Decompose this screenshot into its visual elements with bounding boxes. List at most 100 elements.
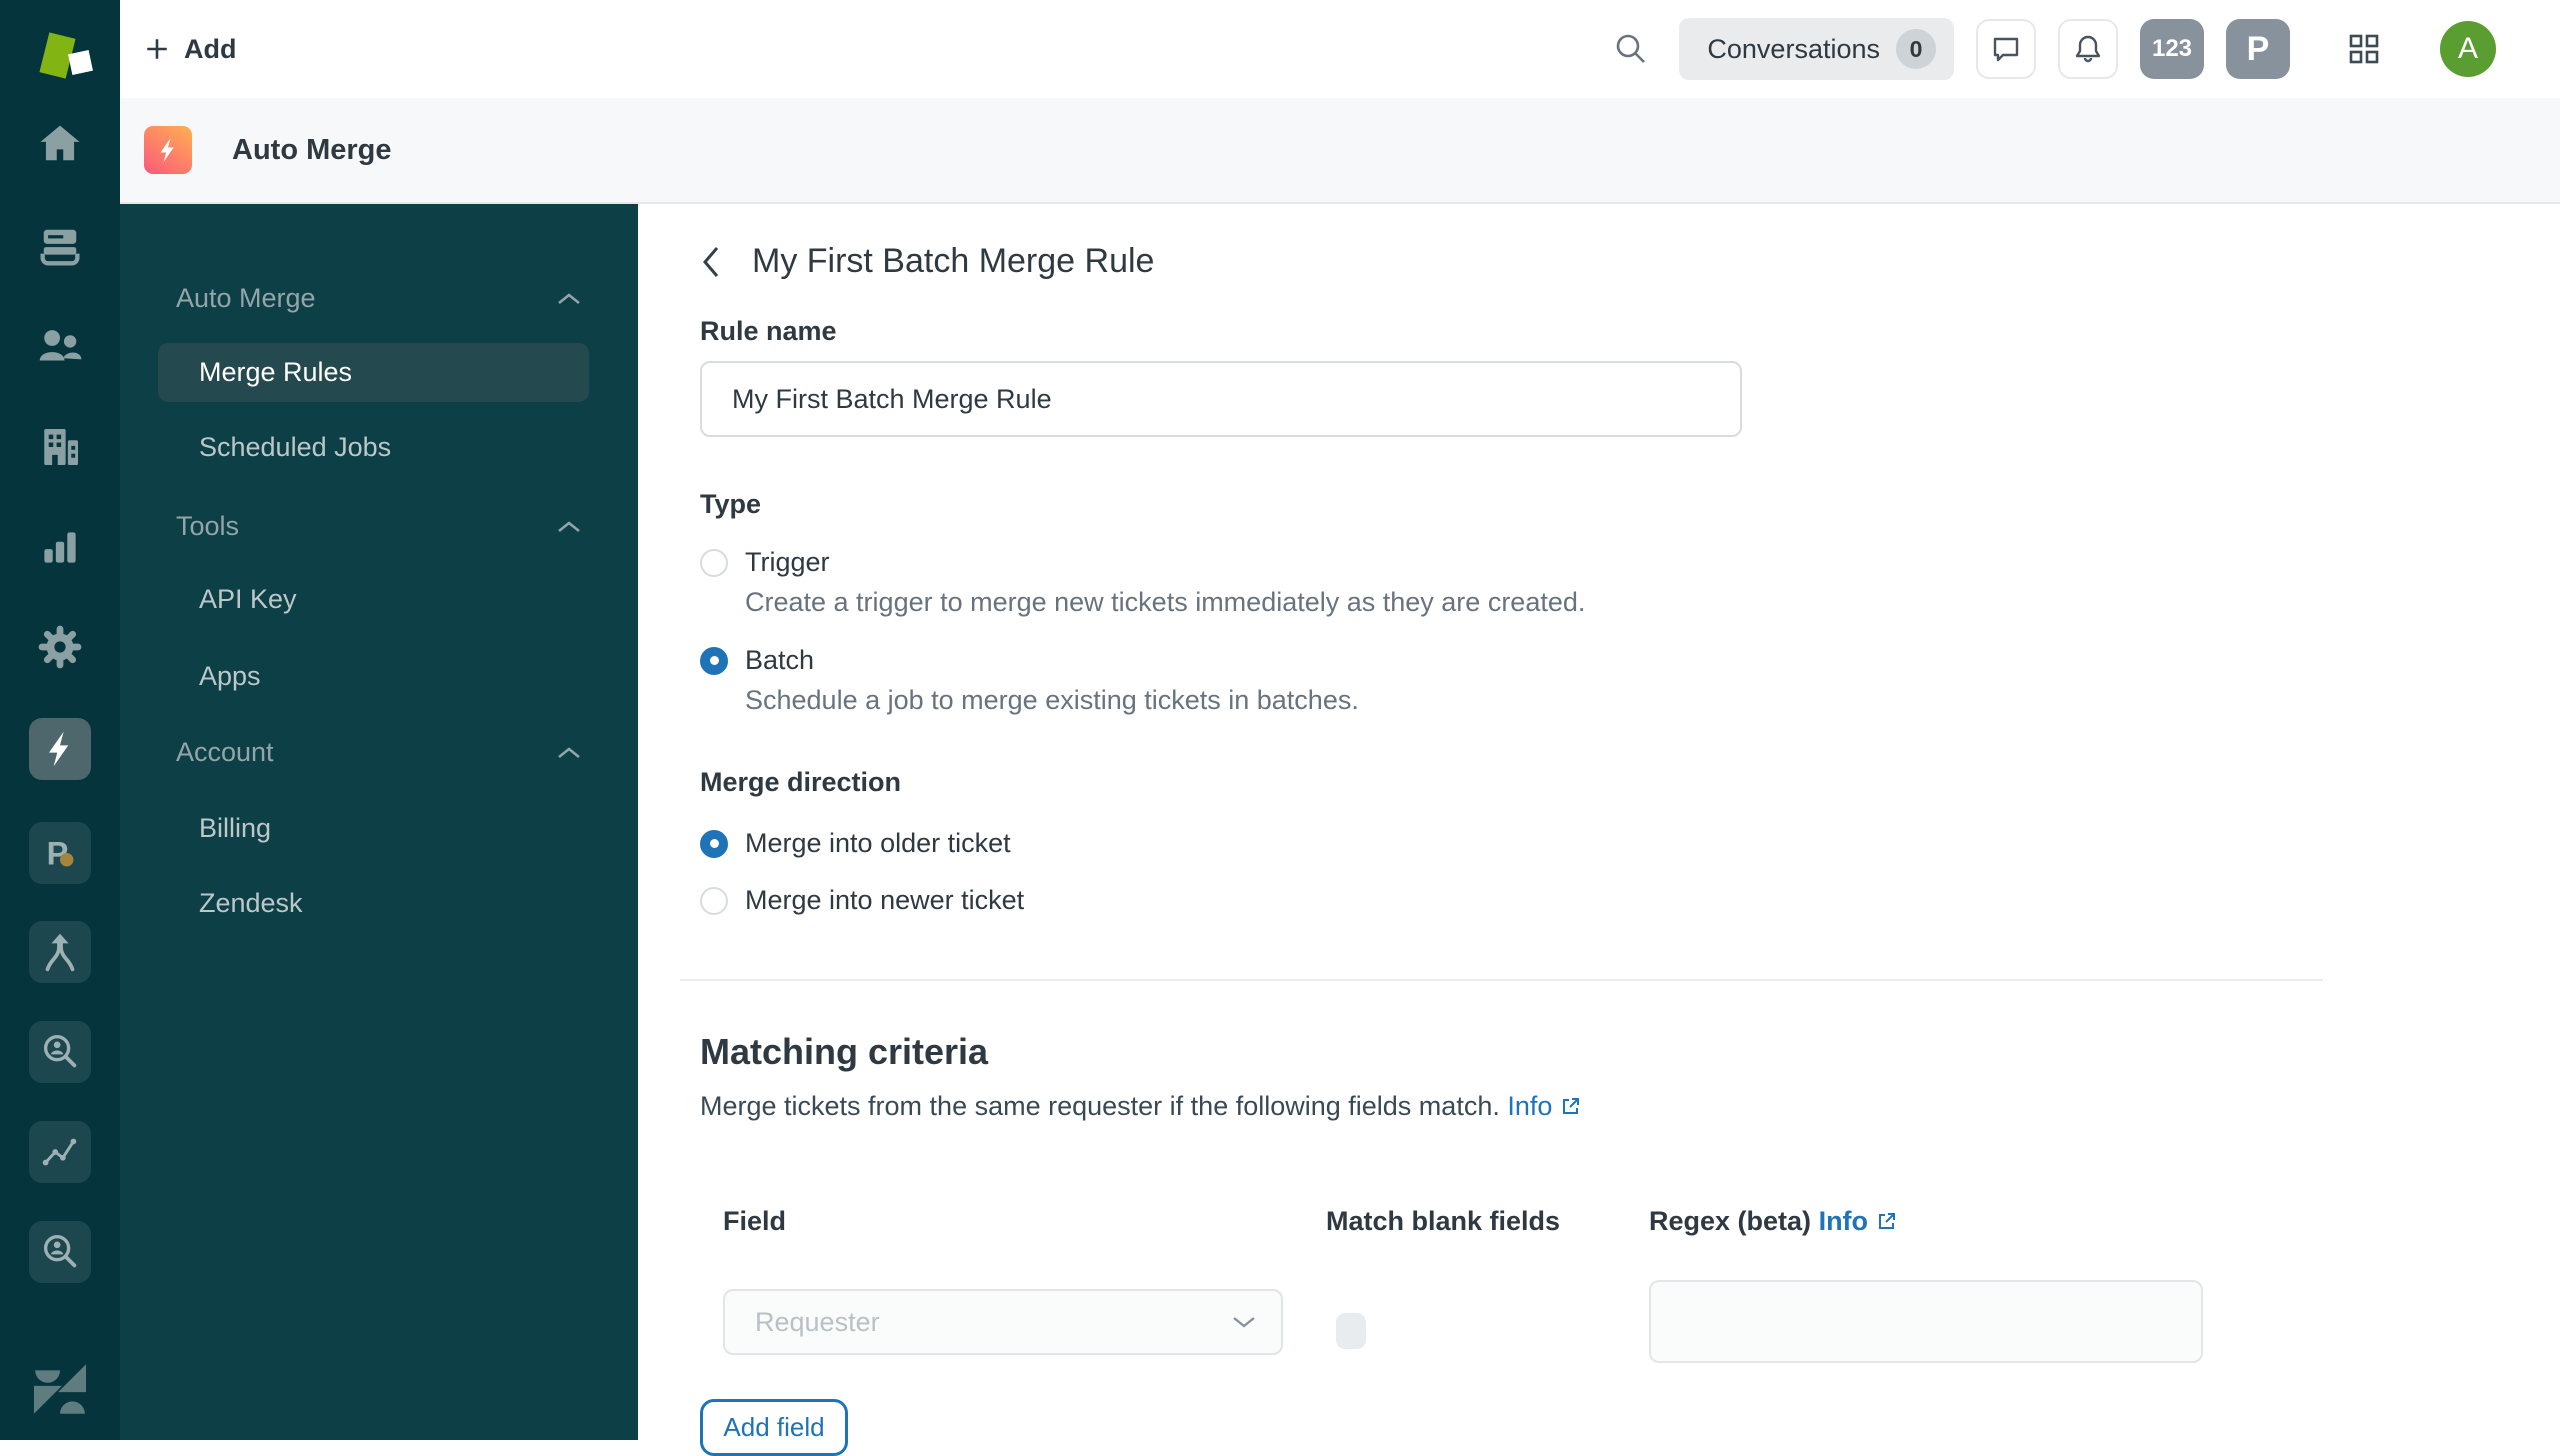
grid-icon bbox=[2349, 34, 2379, 64]
chevron-up-icon bbox=[558, 746, 580, 758]
sidebar-p-app-button[interactable]: P bbox=[0, 822, 120, 884]
sidebar-trends-button[interactable] bbox=[0, 1121, 120, 1183]
radio-batch[interactable] bbox=[700, 646, 728, 675]
match-blank-checkbox[interactable] bbox=[1336, 1313, 1366, 1349]
zendesk-logo-icon bbox=[33, 1364, 87, 1414]
field-select-value: Requester bbox=[755, 1306, 880, 1337]
organizations-icon bbox=[44, 429, 78, 465]
sidebar-user-search-2-button[interactable] bbox=[0, 1221, 120, 1283]
sidebar-customers-button[interactable] bbox=[0, 320, 120, 374]
field-column-header: Field bbox=[723, 1206, 787, 1236]
product-switcher-button[interactable] bbox=[2346, 31, 2382, 67]
nav-section-label: Tools bbox=[176, 511, 240, 541]
auto-merge-app-tile bbox=[144, 126, 192, 174]
plus-icon bbox=[147, 39, 167, 59]
p-app-badge[interactable]: P bbox=[2226, 19, 2290, 79]
radio-batch-description: Schedule a job to merge existing tickets… bbox=[745, 685, 1359, 715]
chevron-up-icon bbox=[558, 520, 580, 532]
back-button[interactable] bbox=[700, 244, 722, 280]
chevron-down-icon bbox=[1233, 1317, 1255, 1328]
radio-merge-newer[interactable] bbox=[700, 886, 728, 915]
brand-logo-white-shape bbox=[68, 50, 93, 75]
merge-arrows-icon bbox=[45, 933, 75, 972]
radio-trigger[interactable] bbox=[700, 548, 728, 577]
sidebar-item-zendesk[interactable]: Zendesk bbox=[176, 888, 582, 919]
app-bar: Auto Merge bbox=[120, 98, 2560, 204]
main-content: My First Batch Merge Rule Rule name Type… bbox=[638, 204, 2560, 1456]
notifications-button[interactable] bbox=[2058, 19, 2118, 79]
chevron-up-icon bbox=[558, 292, 580, 304]
sidebar-item-api-key[interactable]: API Key bbox=[176, 584, 582, 615]
lightning-icon bbox=[160, 138, 174, 162]
radio-trigger-label: Trigger bbox=[745, 547, 830, 577]
match-blank-column-header: Match blank fields bbox=[1326, 1206, 1561, 1236]
settings-icon bbox=[38, 625, 82, 669]
numbers-app-badge[interactable]: 123 bbox=[2140, 19, 2204, 79]
sidebar-item-scheduled-jobs[interactable]: Scheduled Jobs bbox=[176, 432, 582, 463]
criteria-table: Field Match blank fields Regex (beta) In… bbox=[723, 1206, 2560, 1363]
field-select[interactable]: Requester bbox=[723, 1289, 1283, 1355]
merge-direction-label: Merge direction bbox=[700, 767, 902, 797]
nav-section-auto-merge[interactable]: Auto Merge bbox=[176, 283, 582, 314]
section-divider bbox=[680, 979, 2323, 981]
top-header: Add Conversations 0 123 P A bbox=[120, 0, 2560, 98]
brand-logo[interactable] bbox=[0, 20, 120, 82]
messaging-button[interactable] bbox=[1976, 19, 2036, 79]
sidebar-settings-button[interactable] bbox=[0, 620, 120, 674]
chat-bubble-icon bbox=[1993, 37, 2019, 62]
external-link-icon bbox=[1563, 1098, 1580, 1114]
add-button[interactable]: Add bbox=[144, 34, 236, 65]
add-button-label: Add bbox=[184, 33, 237, 64]
trend-lines-icon bbox=[42, 1138, 77, 1166]
regex-info-link[interactable]: Info bbox=[1819, 1206, 1898, 1236]
sidebar-organizations-button[interactable] bbox=[0, 420, 120, 474]
external-link-icon bbox=[1879, 1213, 1896, 1229]
radio-merge-older[interactable] bbox=[700, 829, 728, 858]
avatar[interactable]: A bbox=[2440, 21, 2496, 77]
nav-section-account[interactable]: Account bbox=[176, 737, 582, 768]
zendesk-logo-button[interactable] bbox=[0, 1358, 120, 1420]
radio-batch-label: Batch bbox=[745, 645, 815, 675]
sidebar-reporting-button[interactable] bbox=[0, 522, 120, 572]
page-title: My First Batch Merge Rule bbox=[752, 242, 1155, 280]
radio-merge-newer-label: Merge into newer ticket bbox=[745, 885, 1025, 915]
rule-name-label: Rule name bbox=[700, 316, 837, 346]
conversations-count-badge: 0 bbox=[1896, 29, 1936, 69]
app-title: Auto Merge bbox=[232, 133, 392, 166]
user-search-icon bbox=[43, 1034, 77, 1068]
nav-section-tools[interactable]: Tools bbox=[176, 511, 582, 542]
nav-section-label: Account bbox=[176, 737, 274, 767]
conversations-label: Conversations bbox=[1707, 33, 1880, 64]
sidebar-user-search-button[interactable] bbox=[0, 1021, 120, 1083]
type-label: Type bbox=[700, 489, 762, 519]
sidebar-item-apps[interactable]: Apps bbox=[176, 661, 582, 692]
matching-criteria-heading: Matching criteria bbox=[700, 1031, 989, 1072]
home-icon bbox=[40, 125, 80, 161]
rule-name-input[interactable] bbox=[700, 361, 1742, 437]
secondary-sidebar: Auto Merge Merge Rules Scheduled Jobs To… bbox=[120, 204, 638, 1440]
tickets-icon bbox=[40, 229, 80, 266]
lightning-icon bbox=[49, 731, 69, 767]
regex-input[interactable] bbox=[1649, 1280, 2203, 1363]
nav-section-label: Auto Merge bbox=[176, 283, 316, 313]
reporting-icon bbox=[44, 532, 76, 563]
regex-column-header: Regex (beta) Info bbox=[1649, 1206, 2349, 1237]
radio-trigger-description: Create a trigger to merge new tickets im… bbox=[745, 587, 1586, 617]
sidebar-item-merge-rules[interactable]: Merge Rules bbox=[158, 343, 589, 402]
matching-criteria-description: Merge tickets from the same requester if… bbox=[700, 1091, 1500, 1121]
search-icon[interactable] bbox=[1611, 29, 1651, 69]
sidebar-auto-merge-button[interactable] bbox=[0, 718, 120, 780]
customers-icon bbox=[39, 330, 82, 361]
conversations-button[interactable]: Conversations 0 bbox=[1679, 18, 1954, 80]
user-search-icon bbox=[43, 1234, 77, 1268]
radio-merge-older-label: Merge into older ticket bbox=[745, 828, 1011, 858]
icon-rail: P bbox=[0, 0, 120, 1440]
sidebar-merge-tool-button[interactable] bbox=[0, 921, 120, 983]
bell-icon bbox=[2075, 35, 2101, 63]
sidebar-home-button[interactable] bbox=[0, 118, 120, 170]
info-link[interactable]: Info bbox=[1507, 1091, 1582, 1121]
sidebar-item-billing[interactable]: Billing bbox=[176, 813, 582, 844]
sidebar-tickets-button[interactable] bbox=[0, 220, 120, 272]
add-field-button[interactable]: Add field bbox=[700, 1399, 848, 1456]
p-app-icon: P bbox=[47, 836, 74, 872]
